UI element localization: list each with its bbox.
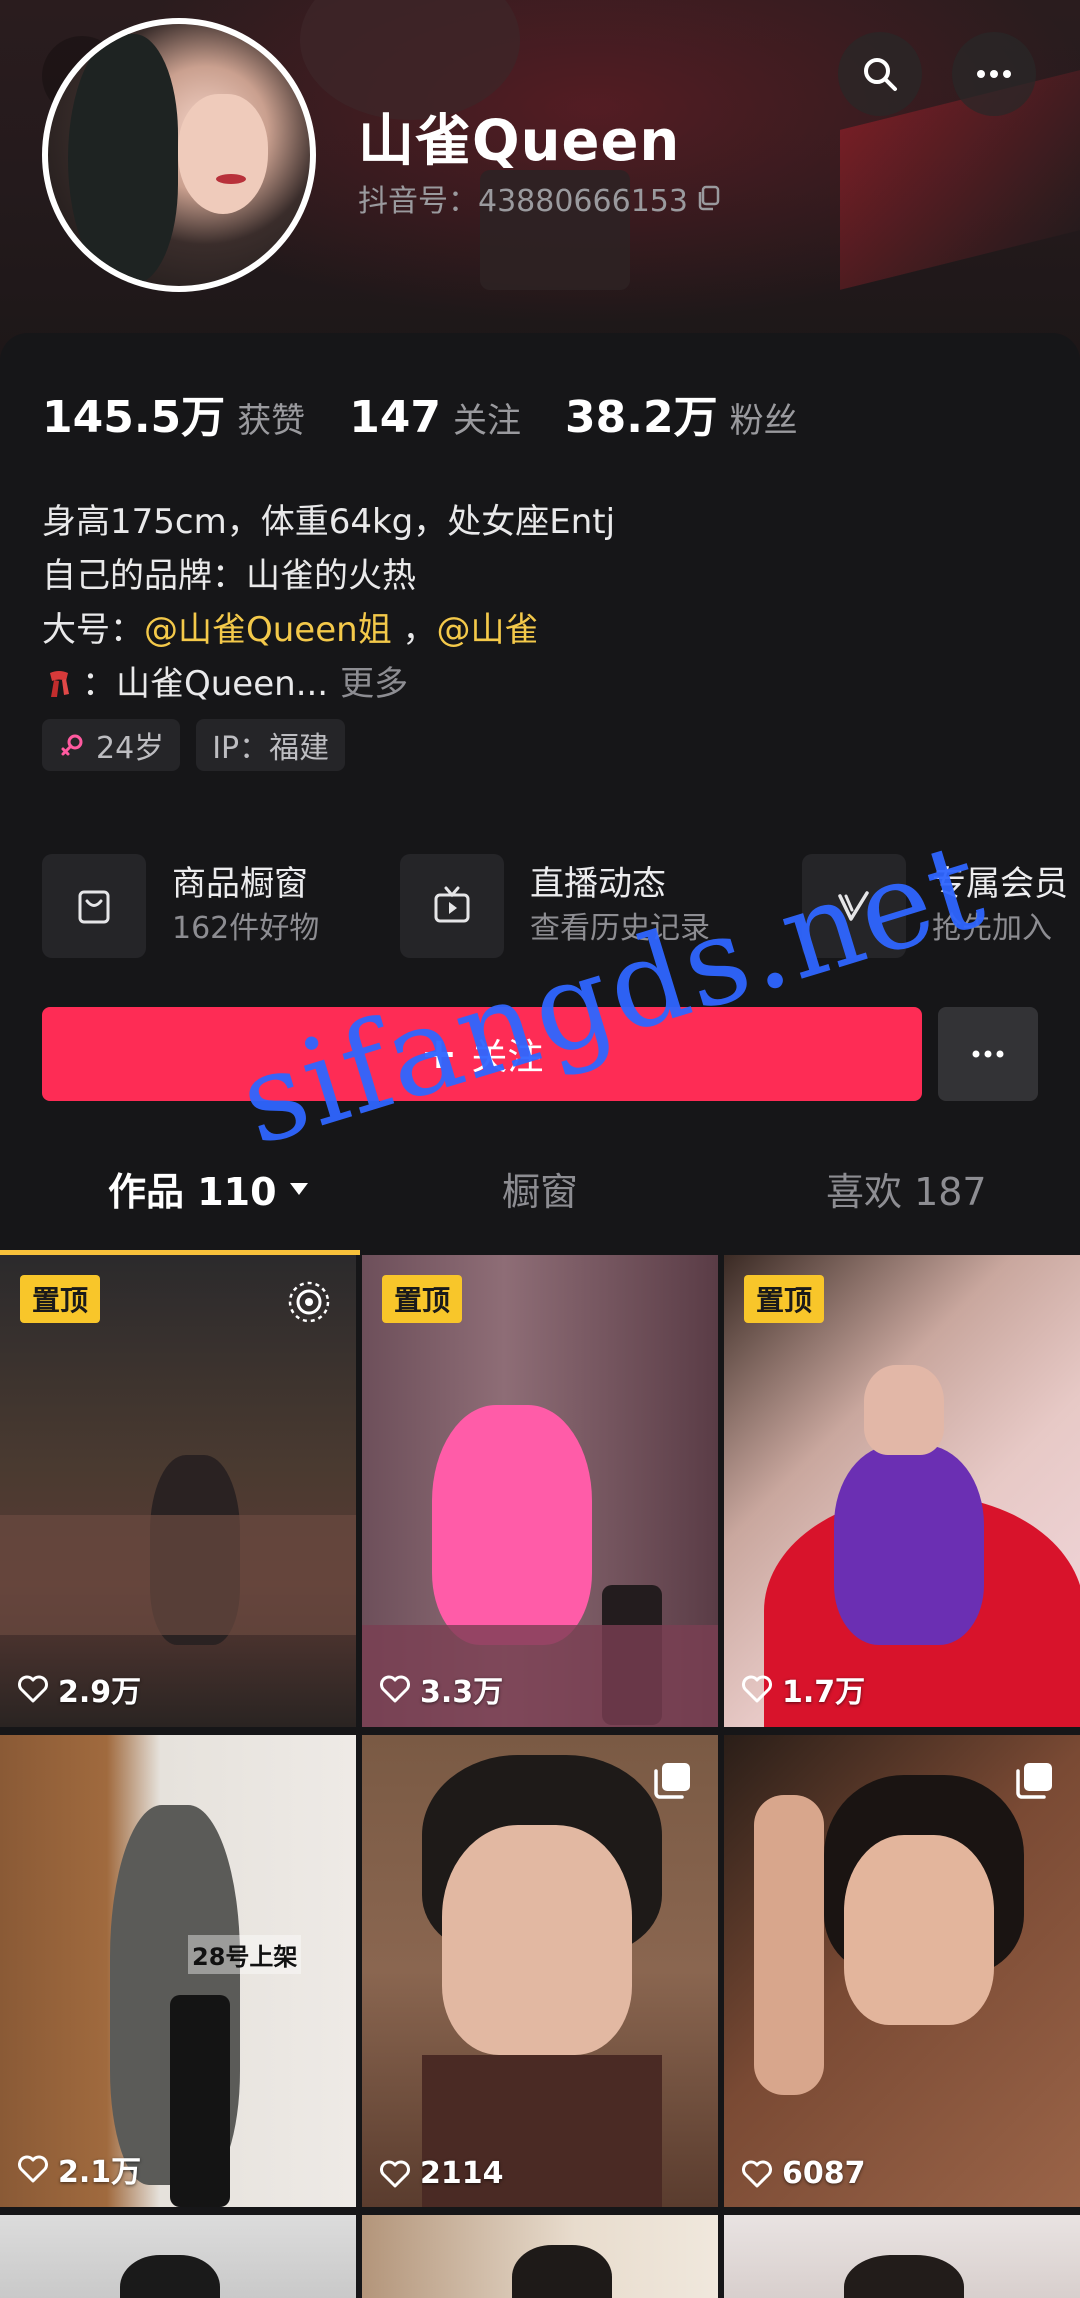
video-caption: 28号上架 <box>188 1935 302 1974</box>
stat-likes[interactable]: 145.5万 获赞 <box>42 381 305 445</box>
age-tag: 24岁 <box>42 719 181 771</box>
like-count-text: 6087 <box>782 2156 866 2191</box>
avatar[interactable] <box>42 18 316 292</box>
more-actions-button[interactable] <box>938 1007 1038 1101</box>
more-horizontal-icon <box>977 70 1011 78</box>
bio-line: 自己的品牌：山雀的火热 <box>42 556 416 596</box>
stat-value: 147 <box>349 392 442 443</box>
like-count: 3.3万 <box>378 1667 503 1711</box>
stat-value: 38.2万 <box>565 392 718 443</box>
search-button[interactable] <box>838 32 922 116</box>
douyin-id-text: 抖音号：43880666153 <box>358 184 688 219</box>
copy-icon[interactable] <box>694 184 722 212</box>
douyin-id[interactable]: 抖音号：43880666153 <box>358 176 722 220</box>
tab-shop-window[interactable]: 橱窗 <box>502 1161 578 1216</box>
mention-link[interactable]: @山雀Queen姐 <box>144 610 392 650</box>
service-subtitle: 162件好物 <box>172 911 320 946</box>
female-icon <box>61 734 83 756</box>
heart-icon <box>18 2155 48 2183</box>
video-thumbnail[interactable]: 置顶 2.9万 <box>0 1255 356 1727</box>
stat-value: 145.5万 <box>42 392 226 443</box>
like-count: 2114 <box>378 2156 504 2191</box>
video-thumbnail[interactable]: 置顶 1.7万 <box>724 1255 1080 1727</box>
pinned-badge: 置顶 <box>382 1275 463 1323</box>
mention-link[interactable]: @山雀 <box>437 610 539 650</box>
like-count-text: 1.7万 <box>782 1675 866 1710</box>
stat-label: 粉丝 <box>729 401 798 441</box>
bio-text: 大号： <box>42 610 144 650</box>
scarf-emoji-icon <box>50 671 69 697</box>
bio-text: ， <box>391 610 437 650</box>
video-grid: 置顶 2.9万 置顶 3.3万 置顶 1.7万 28号上架 2.1万 2114 <box>0 1255 1080 2298</box>
stat-label: 获赞 <box>237 401 306 441</box>
like-count: 2.9万 <box>16 1667 141 1711</box>
like-count-text: 2.1万 <box>58 2155 142 2190</box>
heart-icon <box>380 2160 410 2187</box>
bag-icon <box>78 890 110 924</box>
heart-icon <box>18 1675 48 1703</box>
like-count: 6087 <box>740 2156 866 2191</box>
profile-card: 145.5万 获赞 147 关注 38.2万 粉丝 身高175cm，体重64kg… <box>0 333 1080 1263</box>
pinned-badge: 置顶 <box>744 1275 825 1323</box>
profile-tags: 24岁 IP：福建 <box>42 719 346 771</box>
profile-tabs: 作品 110 橱窗 喜欢 187 <box>0 1161 1080 1231</box>
video-thumbnail[interactable]: 6087 <box>724 1735 1080 2207</box>
profile-bio: 身高175cm，体重64kg，处女座Entj 自己的品牌：山雀的火热 大号：@山… <box>42 495 1022 711</box>
video-thumbnail[interactable] <box>0 2215 356 2298</box>
age-tag-text: 24岁 <box>96 731 165 766</box>
heart-icon <box>380 1675 410 1703</box>
tv-icon <box>434 886 470 923</box>
tab-likes[interactable]: 喜欢 187 <box>826 1161 987 1216</box>
like-count-text: 3.3万 <box>420 1675 504 1710</box>
video-thumbnail[interactable] <box>362 2215 718 2298</box>
video-thumbnail[interactable]: 28号上架 2.1万 <box>0 1735 356 2207</box>
heart-icon <box>742 1675 772 1703</box>
live-replay-icon <box>288 1281 330 1323</box>
heart-icon <box>742 2160 772 2187</box>
stat-label: 关注 <box>453 401 522 441</box>
service-title: 商品橱窗 <box>172 864 308 904</box>
tab-label: 作品 110 <box>108 1170 277 1214</box>
profile-stats: 145.5万 获赞 147 关注 38.2万 粉丝 <box>42 381 842 445</box>
ip-location-tag: IP：福建 <box>196 719 346 771</box>
profile-nickname: 山雀Queen <box>358 109 681 174</box>
stat-following[interactable]: 147 关注 <box>349 392 521 443</box>
like-count: 2.1万 <box>16 2147 141 2191</box>
like-count-text: 2.9万 <box>58 1675 142 1710</box>
bio-line: ：山雀Queen... 更多 <box>42 657 1022 711</box>
video-thumbnail[interactable] <box>724 2215 1080 2298</box>
multi-image-icon <box>1016 1763 1052 1799</box>
caret-down-icon <box>289 1182 308 1195</box>
more-options-button[interactable] <box>952 32 1036 116</box>
video-thumbnail[interactable]: 置顶 3.3万 <box>362 1255 718 1727</box>
more-horizontal-icon <box>972 1050 1004 1058</box>
like-count-text: 2114 <box>420 2156 504 2191</box>
bio-more-link[interactable]: 更多 <box>340 664 408 704</box>
tab-label: 橱窗 <box>502 1170 579 1214</box>
like-count: 1.7万 <box>740 1667 865 1711</box>
bio-line: 身高175cm，体重64kg，处女座Entj <box>42 502 616 542</box>
service-shop-window[interactable]: 商品橱窗 162件好物 <box>42 851 319 961</box>
ip-tag-text: IP：福建 <box>212 731 330 766</box>
search-icon <box>864 58 897 91</box>
tab-works[interactable]: 作品 110 <box>108 1161 311 1216</box>
stat-followers[interactable]: 38.2万 粉丝 <box>565 381 798 445</box>
multi-image-icon <box>654 1763 690 1799</box>
video-thumbnail[interactable]: 2114 <box>362 1735 718 2207</box>
bio-text: ：山雀Queen... <box>82 664 329 704</box>
bio-line: 大号：@山雀Queen姐 ，@山雀 <box>42 603 1022 657</box>
pinned-badge: 置顶 <box>20 1275 101 1323</box>
tab-label: 喜欢 187 <box>826 1170 987 1214</box>
